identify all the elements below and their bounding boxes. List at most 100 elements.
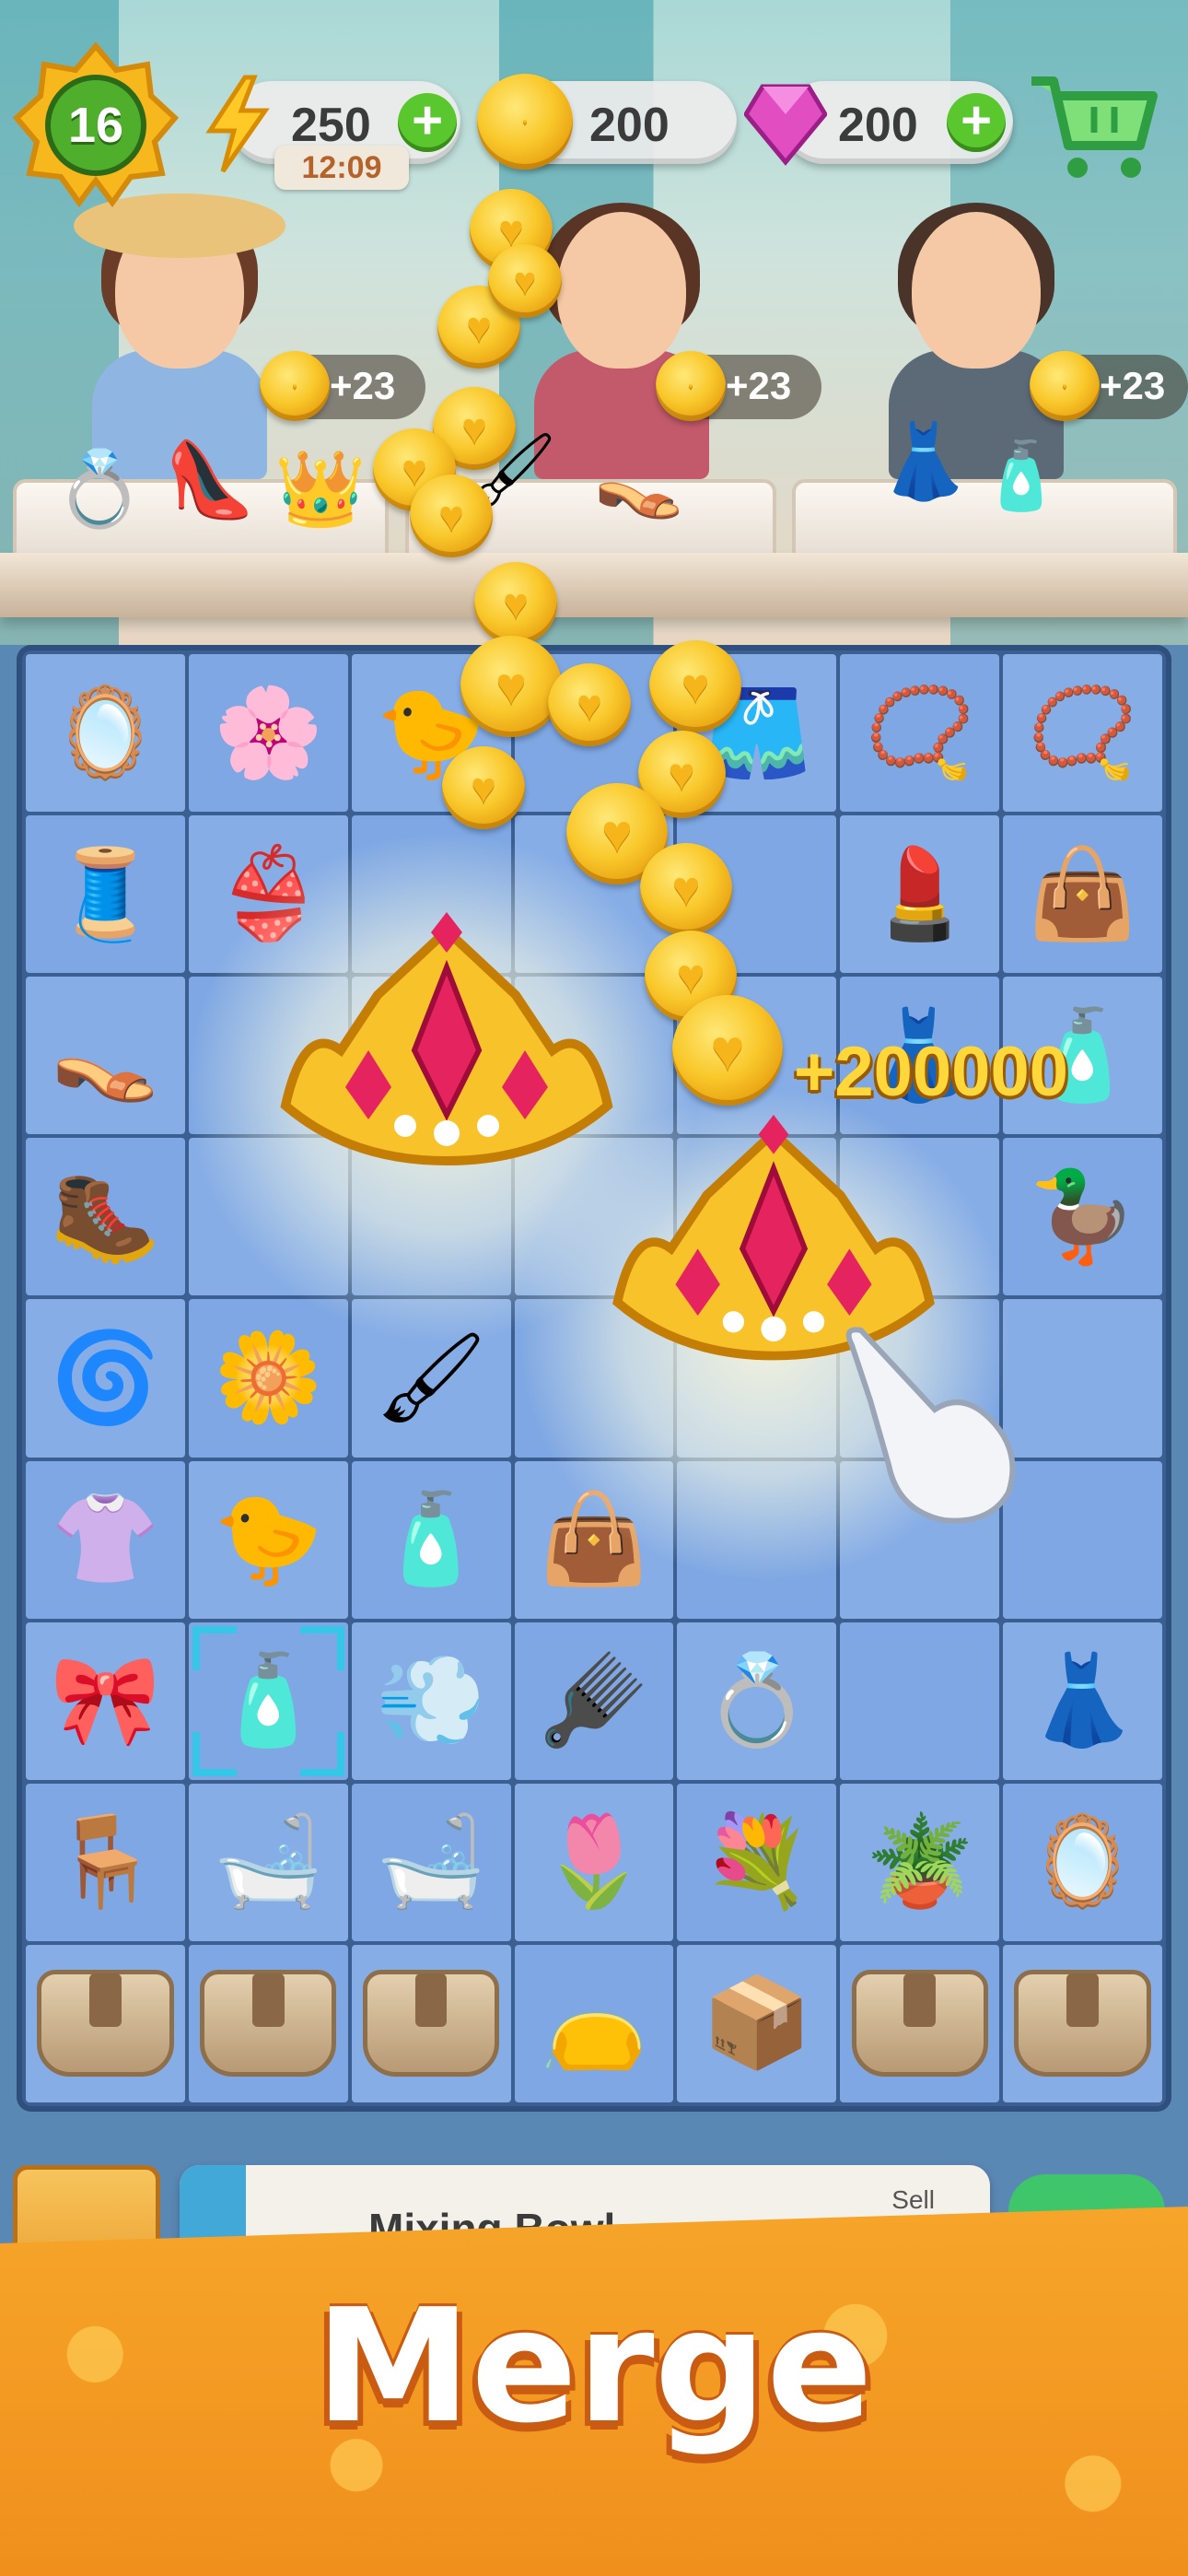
flying-coin-icon: [488, 244, 562, 318]
folding-stool-icon[interactable]: 🪑: [43, 1801, 168, 1924]
flower-icon[interactable]: 🌸: [206, 672, 331, 794]
sell-button[interactable]: Sell: [891, 2185, 935, 2215]
boots-icon[interactable]: 🥾: [43, 1155, 168, 1278]
handbag-icon[interactable]: 👜: [1020, 833, 1145, 955]
board-cell[interactable]: 🎀: [26, 1622, 185, 1780]
board-cell[interactable]: 👚: [26, 1460, 185, 1619]
basket-icon[interactable]: [1014, 1970, 1151, 2078]
board-cell[interactable]: 🧴: [188, 1622, 348, 1780]
sandals-icon[interactable]: 👡: [43, 994, 168, 1117]
lipstick-icon[interactable]: 💄: [857, 833, 982, 955]
compact-mirror-icon[interactable]: 🪞: [1020, 1801, 1145, 1924]
dress-order-icon: 👗: [879, 420, 971, 502]
energy-value: 250: [291, 99, 371, 152]
compact-powder-icon[interactable]: 🪞: [43, 672, 168, 794]
board-cell[interactable]: 🌀: [26, 1299, 185, 1458]
basket-icon[interactable]: [851, 1970, 988, 2078]
coin-icon: [477, 74, 573, 170]
perfume-bottle-icon[interactable]: 🎀: [43, 1639, 168, 1762]
board-cell[interactable]: 💐: [677, 1783, 837, 1941]
reward-value: +23: [726, 364, 792, 407]
basket-icon[interactable]: [200, 1970, 337, 2078]
board-cell[interactable]: 📿: [840, 654, 1000, 813]
flying-coin-icon: [649, 640, 741, 732]
energy-timer: 12:09: [274, 146, 409, 190]
plant-shelf-icon[interactable]: 🪴: [857, 1801, 982, 1924]
board-cell[interactable]: 🛁: [188, 1783, 348, 1941]
board-cell[interactable]: 🌸: [188, 654, 348, 813]
board-cell[interactable]: 🌷: [514, 1783, 674, 1941]
pearl-bracelet-icon[interactable]: 📿: [1020, 672, 1145, 794]
top-hud: 16 250 + 12:09 200 200 +: [0, 37, 1188, 208]
board-cell[interactable]: [840, 1944, 1000, 2102]
flower-pots-icon[interactable]: 🌷: [532, 1801, 657, 1924]
board-cell[interactable]: 🧵: [26, 815, 185, 974]
board-cell[interactable]: 🥾: [26, 1138, 185, 1296]
board-cell[interactable]: [351, 1944, 511, 2102]
board-cell[interactable]: [26, 1944, 185, 2102]
board-cell[interactable]: 👡: [26, 977, 185, 1135]
add-energy-button[interactable]: +: [398, 93, 457, 152]
banner-title: Merge: [315, 2276, 873, 2458]
board-cell[interactable]: 👗: [1003, 1622, 1162, 1780]
earrings-icon[interactable]: 📿: [857, 672, 982, 794]
board-cell[interactable]: 🛁: [351, 1783, 511, 1941]
board-cell[interactable]: 📿: [1003, 654, 1162, 813]
flying-coin-icon: [640, 843, 732, 935]
customer-reward-2: +23: [656, 351, 821, 421]
board-cell[interactable]: [1003, 1944, 1162, 2102]
board-cell[interactable]: 👜: [1003, 815, 1162, 974]
board-cell[interactable]: 👝: [514, 1944, 674, 2102]
board-cell[interactable]: 💨: [351, 1622, 511, 1780]
gem-value: 200: [838, 99, 918, 152]
hair-dryer-icon[interactable]: 💨: [369, 1639, 494, 1762]
reward-value: +23: [330, 364, 396, 407]
crown-icon[interactable]: [267, 912, 626, 1207]
duck-float-icon[interactable]: 🦆: [1020, 1155, 1145, 1278]
cosmetic-bag-icon[interactable]: 👝: [532, 1962, 657, 2085]
board-cell[interactable]: [1003, 1460, 1162, 1619]
shop-cart-button[interactable]: [1022, 64, 1160, 184]
lightning-icon: [205, 75, 270, 173]
board-cell[interactable]: 🦆: [1003, 1138, 1162, 1296]
perfume-order-icon: 🧴: [980, 439, 1063, 513]
ring-icon[interactable]: 💍: [694, 1639, 819, 1762]
add-gems-button[interactable]: +: [947, 93, 1006, 152]
thread-spool-icon[interactable]: 🧵: [43, 833, 168, 955]
board-cell[interactable]: 🪑: [26, 1783, 185, 1941]
reward-value: +23: [1100, 364, 1166, 407]
shop-shelf: [0, 553, 1188, 617]
flower-compact-icon[interactable]: 🌼: [206, 1317, 331, 1439]
flying-coin-icon: [672, 995, 783, 1106]
board-cell[interactable]: 📦: [677, 1944, 837, 2102]
bathtub-icon[interactable]: 🛁: [369, 1801, 494, 1924]
flying-coin-icon: [442, 746, 525, 829]
level-badge[interactable]: 16: [13, 42, 179, 208]
blouse-icon[interactable]: 👚: [43, 1478, 168, 1600]
basket-icon[interactable]: [362, 1970, 500, 2078]
board-cell[interactable]: [1003, 1299, 1162, 1458]
flower-stand-icon[interactable]: 💐: [694, 1801, 819, 1924]
board-cell[interactable]: 🪞: [1003, 1783, 1162, 1941]
box-icon[interactable]: 📦: [694, 1962, 819, 2085]
board-cell[interactable]: 💍: [677, 1622, 837, 1780]
bathtub-icon[interactable]: 🛁: [206, 1801, 331, 1924]
flower-clip-icon[interactable]: 🌀: [43, 1317, 168, 1439]
board-cell[interactable]: 🌼: [188, 1299, 348, 1458]
rubber-duck-icon[interactable]: 🐤: [206, 1478, 331, 1600]
coin-icon: [656, 351, 726, 421]
sequin-dress-icon[interactable]: 👗: [1020, 1639, 1145, 1762]
board-cell[interactable]: 🧴: [351, 1460, 511, 1619]
board-cell[interactable]: 🪮: [514, 1622, 674, 1780]
board-cell[interactable]: [188, 1944, 348, 2102]
board-cell[interactable]: [840, 1622, 1000, 1780]
perfume-icon[interactable]: 🧴: [369, 1478, 494, 1600]
basket-icon[interactable]: [37, 1970, 174, 2078]
customer-face: [557, 212, 686, 369]
board-cell[interactable]: 🪞: [26, 654, 185, 813]
board-cell[interactable]: 🪴: [840, 1783, 1000, 1941]
board-cell[interactable]: 💄: [840, 815, 1000, 974]
hairbrush-icon[interactable]: 🪮: [532, 1639, 657, 1762]
coin-value: 200: [589, 99, 670, 152]
board-cell[interactable]: 🐤: [188, 1460, 348, 1619]
